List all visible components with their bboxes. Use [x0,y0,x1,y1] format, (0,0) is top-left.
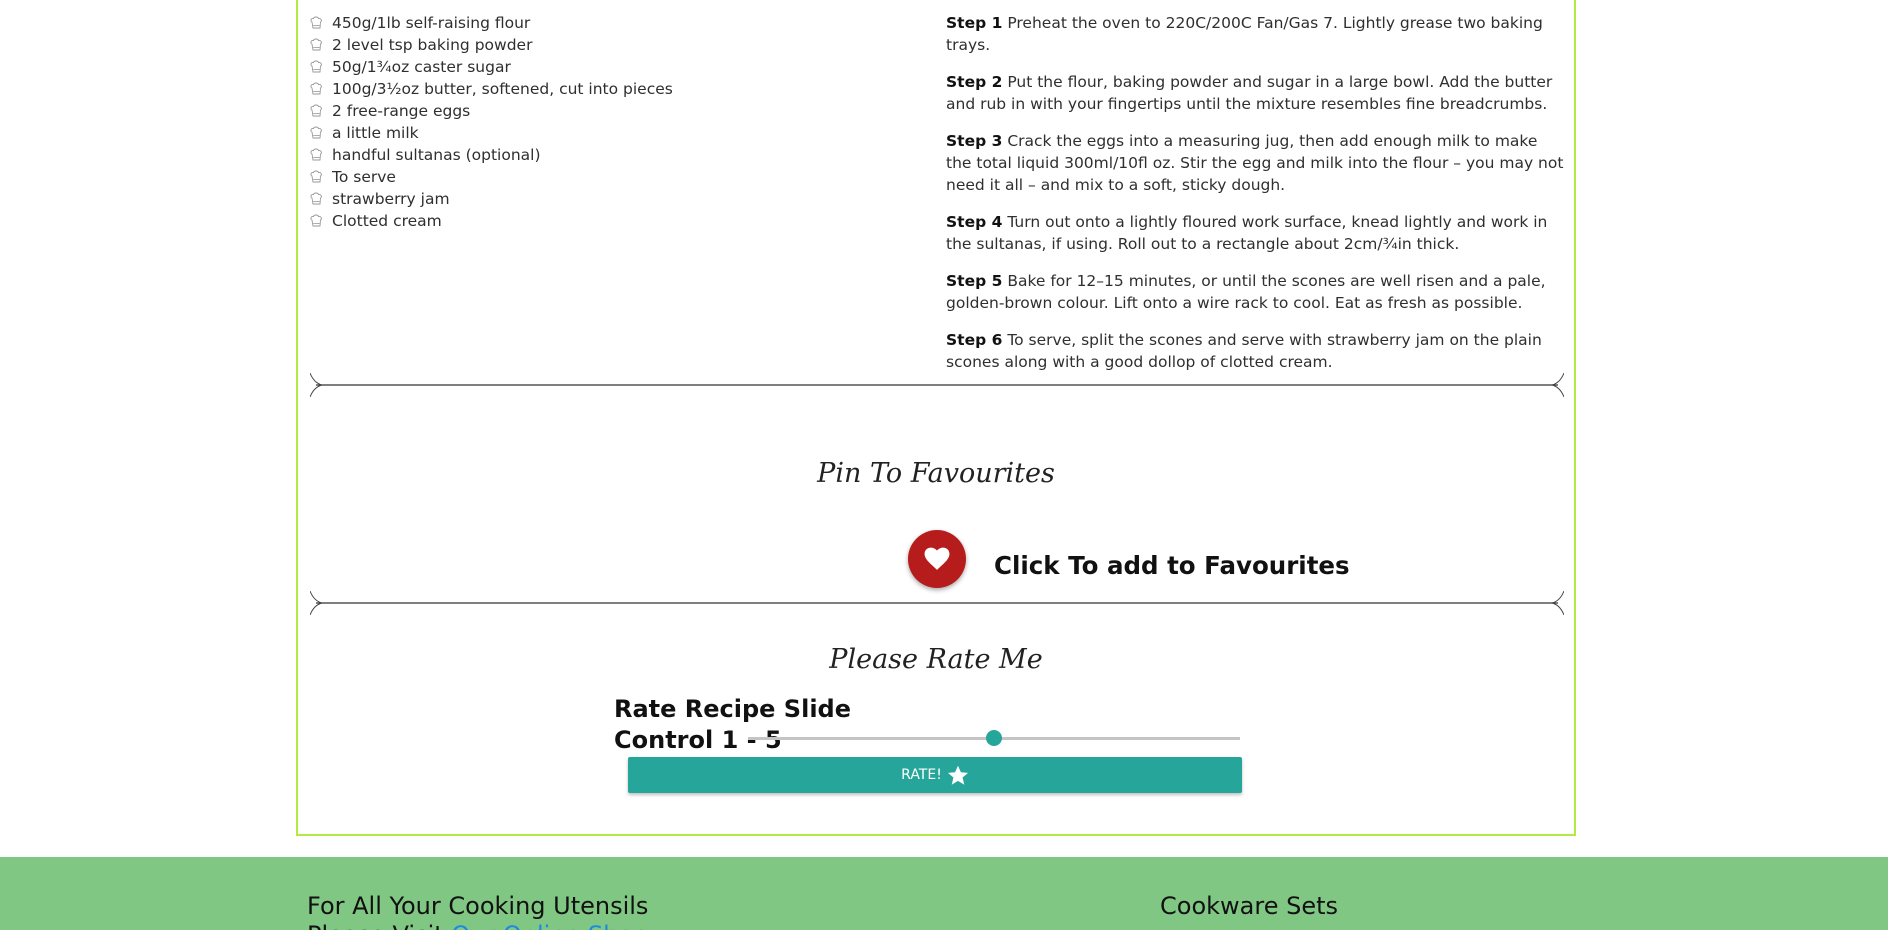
method-step: Step 5 Bake for 12–15 minutes, or until … [946,270,1566,314]
method-steps: Step 1 Preheat the oven to 220C/200C Fan… [946,12,1566,388]
ingredient-text: a little milk [332,124,419,142]
method-step: Step 6 To serve, split the scones and se… [946,329,1566,373]
ingredient-text: 100g/3½oz butter, softened, cut into pie… [332,80,673,98]
step-label: Step 6 [946,331,1003,349]
chef-hat-icon [310,126,322,139]
method-step: Step 1 Preheat the oven to 220C/200C Fan… [946,12,1566,56]
ingredient-text: 2 level tsp baking powder [332,36,533,54]
method-step: Step 2 Put the flour, baking powder and … [946,71,1566,115]
online-shop-link[interactable]: Our Online Shop [451,921,648,930]
ingredient-text: 50g/1¾oz caster sugar [332,58,511,76]
ingredient-item: 2 level tsp baking powder [310,34,870,56]
chef-hat-icon [310,148,322,161]
footer-utensils: For All Your Cooking Utensils Please Vis… [307,892,648,930]
footer-utensils-heading: For All Your Cooking Utensils [307,892,649,920]
ingredient-item: strawberry jam [310,188,870,210]
step-label: Step 2 [946,73,1003,91]
chef-hat-icon [310,214,322,227]
ingredient-text: Clotted cream [332,212,442,230]
ingredient-item: 450g/1lb self-raising flour [310,12,870,34]
rating-slider-thumb[interactable] [986,730,1002,746]
rate-button-label: RATE! [901,767,942,783]
step-text: Bake for 12–15 minutes, or until the sco… [946,272,1546,312]
step-label: Step 4 [946,213,1003,231]
footer-shop-line: Please Visit Our Online Shop [307,921,648,930]
step-label: Step 3 [946,132,1003,150]
step-text: Turn out onto a lightly floured work sur… [946,213,1548,253]
footer-shop-prefix: Please Visit [307,921,451,930]
section-divider [310,372,1564,398]
ingredient-item: a little milk [310,122,870,144]
ingredient-item: 50g/1¾oz caster sugar [310,56,870,78]
chef-hat-icon [310,38,322,51]
chef-hat-icon [310,192,322,205]
step-text: To serve, split the scones and serve wit… [946,331,1542,371]
ingredient-text: 2 free-range eggs [332,102,471,120]
ingredient-item: 2 free-range eggs [310,100,870,122]
chef-hat-icon [310,82,322,95]
method-step: Step 3 Crack the eggs into a measuring j… [946,130,1566,196]
chef-hat-icon [310,170,322,183]
favourites-title: Pin To Favourites [817,458,1055,489]
ingredient-text: To serve [332,168,396,186]
method-step: Step 4 Turn out onto a lightly floured w… [946,211,1566,255]
recipe-card: 450g/1lb self-raising flour 2 level tsp … [296,0,1576,836]
ingredient-item: To serve [310,166,870,188]
ingredient-text: 450g/1lb self-raising flour [332,14,531,32]
step-label: Step 1 [946,14,1003,32]
ingredients-list: 450g/1lb self-raising flour 2 level tsp … [310,12,870,232]
chef-hat-icon [310,60,322,73]
ingredient-text: strawberry jam [332,190,450,208]
rate-button[interactable]: RATE! [628,757,1242,793]
ingredient-text: handful sultanas (optional) [332,146,541,164]
step-text: Preheat the oven to 220C/200C Fan/Gas 7.… [946,14,1543,54]
ingredient-item: handful sultanas (optional) [310,144,870,166]
section-divider [310,590,1564,616]
step-label: Step 5 [946,272,1003,290]
star-icon [947,765,968,785]
cookware-sets-heading[interactable]: Cookware Sets [1160,892,1338,921]
footer-cookware: Cookware Sets [1160,892,1338,921]
step-text: Crack the eggs into a measuring jug, the… [946,132,1564,194]
chef-hat-icon [310,104,322,117]
ingredient-item: Clotted cream [310,210,870,232]
rating-slider-label: Rate Recipe Slide Control 1 - 5 [614,695,851,754]
chef-hat-icon [310,16,322,29]
heart-icon [924,547,950,570]
add-favourite-button[interactable] [908,530,966,588]
add-favourite-label[interactable]: Click To add to Favourites [994,551,1350,580]
ingredient-item: 100g/3½oz butter, softened, cut into pie… [310,78,870,100]
site-footer: For All Your Cooking Utensils Please Vis… [0,857,1888,930]
step-text: Put the flour, baking powder and sugar i… [946,73,1553,113]
rating-title: Please Rate Me [829,644,1043,675]
